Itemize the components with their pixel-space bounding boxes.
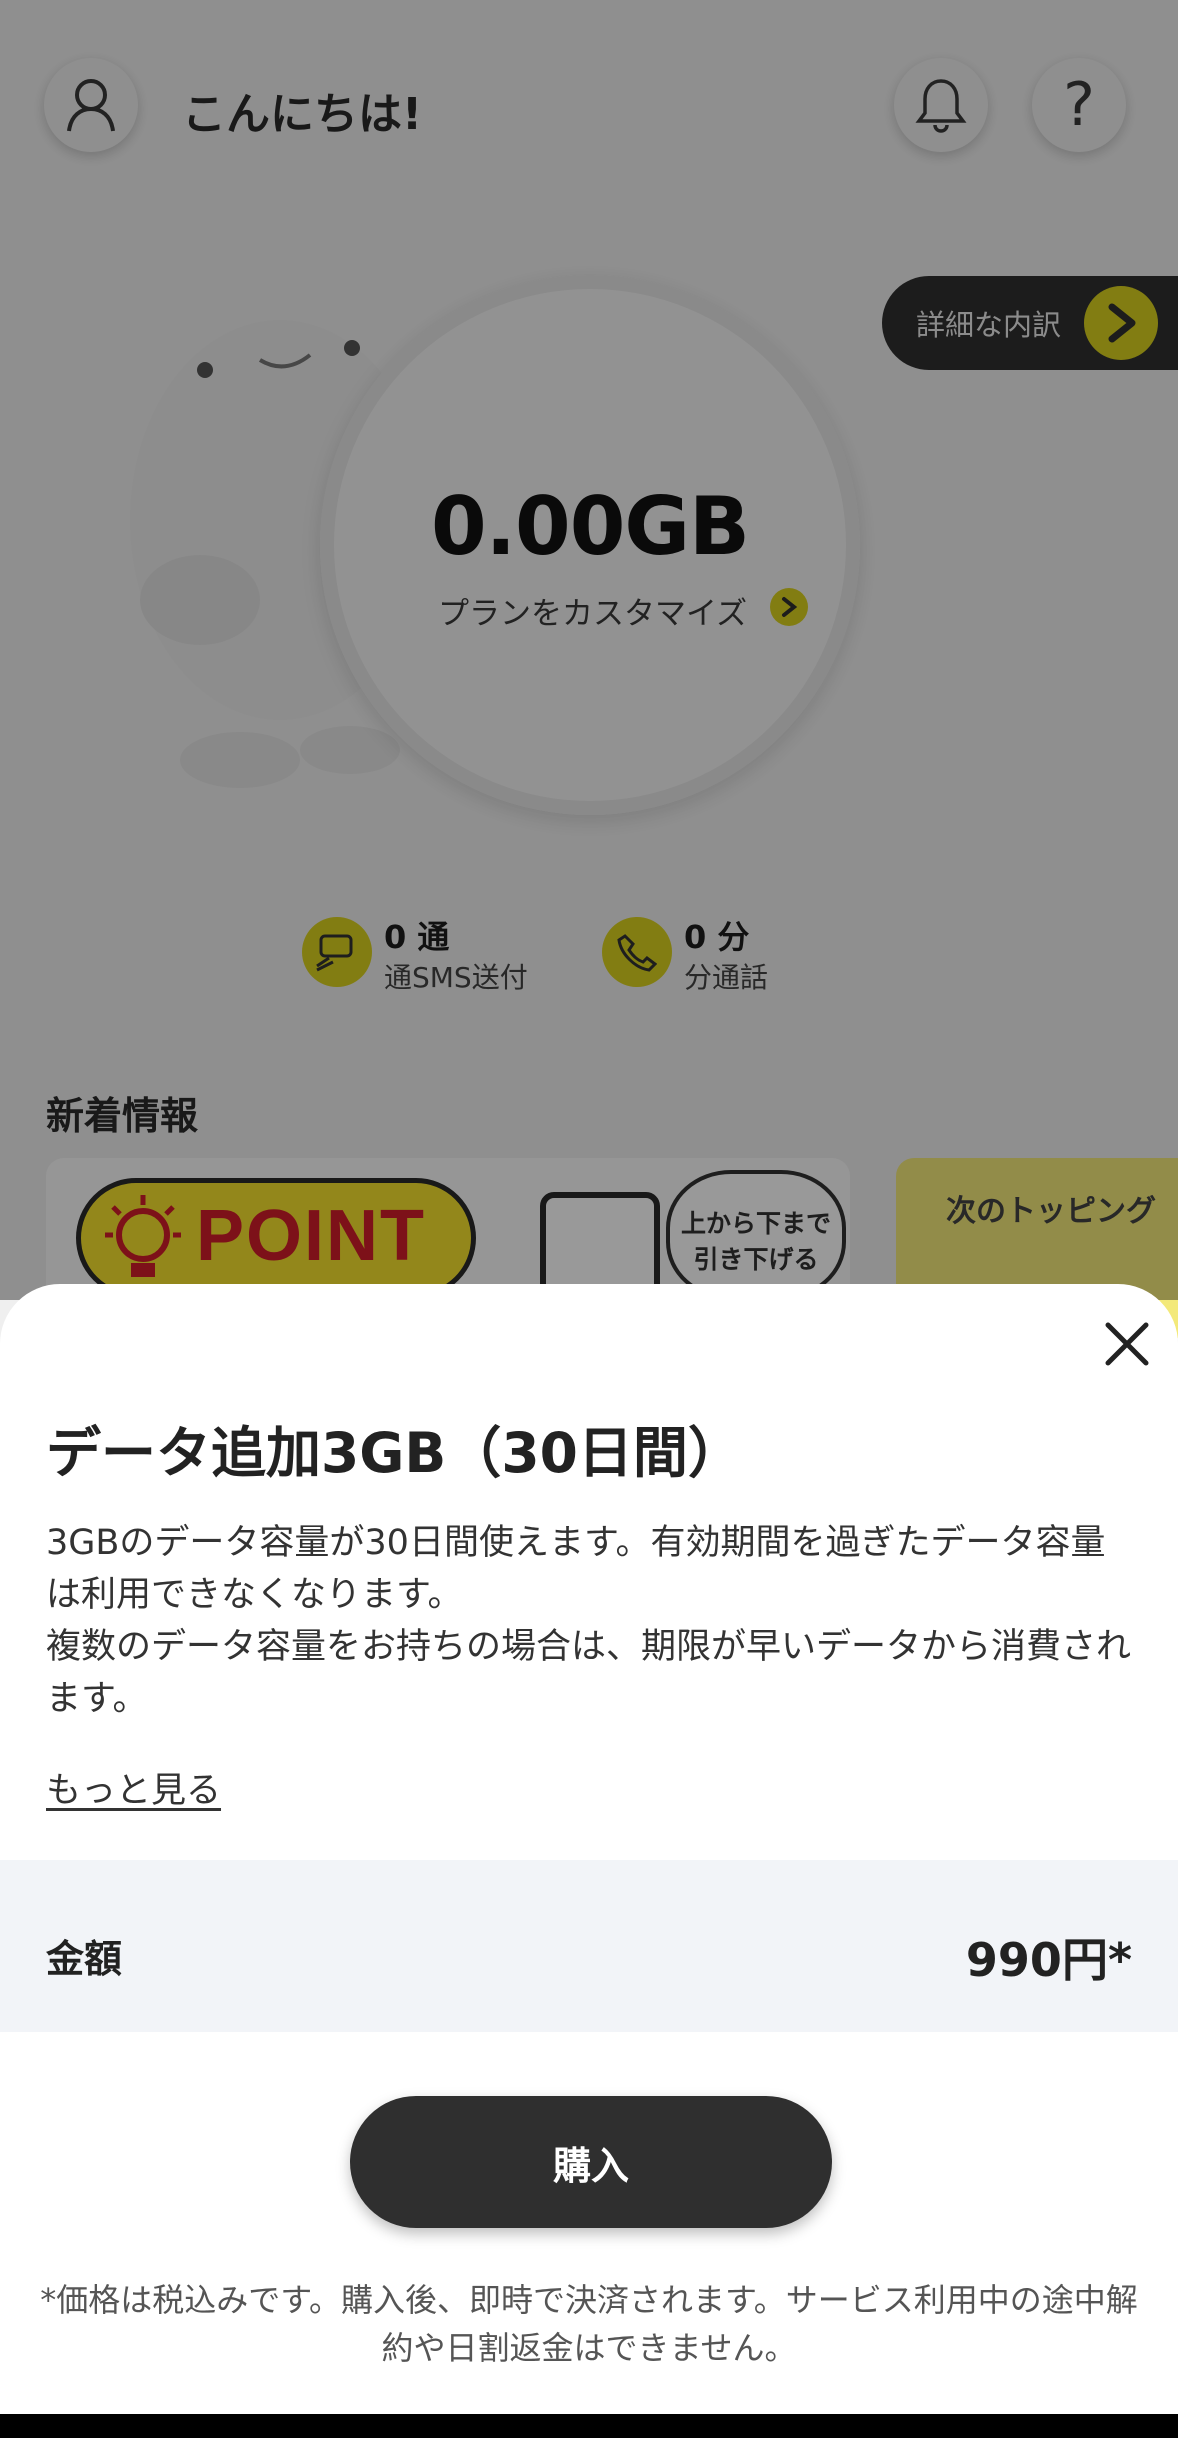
see-more-link[interactable]: もっと見る: [46, 1762, 221, 1813]
purchase-button[interactable]: 購入: [350, 2096, 832, 2228]
product-description: 3GBのデータ容量が30日間使えます。有効期間を過ぎたデータ容量は利用できなくな…: [46, 1517, 1136, 1725]
price-label: 金額: [46, 1937, 123, 1981]
home-screen: こんにちは! ? 詳細な内訳 0.00GB プランをカスタマイズ 0 通 通SM…: [0, 0, 1178, 1338]
close-button[interactable]: [1095, 1312, 1159, 1376]
price-value: 990円*: [965, 1933, 1132, 1987]
description-line-2: 複数のデータ容量をお持ちの場合は、期限が早いデータから消費されます。: [46, 1627, 1132, 1719]
close-icon: [1105, 1322, 1149, 1366]
system-nav-bar: [0, 2414, 1178, 2438]
modal-overlay[interactable]: [0, 0, 1178, 1300]
description-line-1: 3GBのデータ容量が30日間使えます。有効期間を過ぎたデータ容量は利用できなくな…: [46, 1523, 1106, 1615]
sheet-title: データ追加3GB（30日間）: [46, 1421, 743, 1485]
price-note: *価格は税込みです。購入後、即時で決済されます。サービス利用中の途中解約や日割返…: [40, 2281, 1138, 2367]
